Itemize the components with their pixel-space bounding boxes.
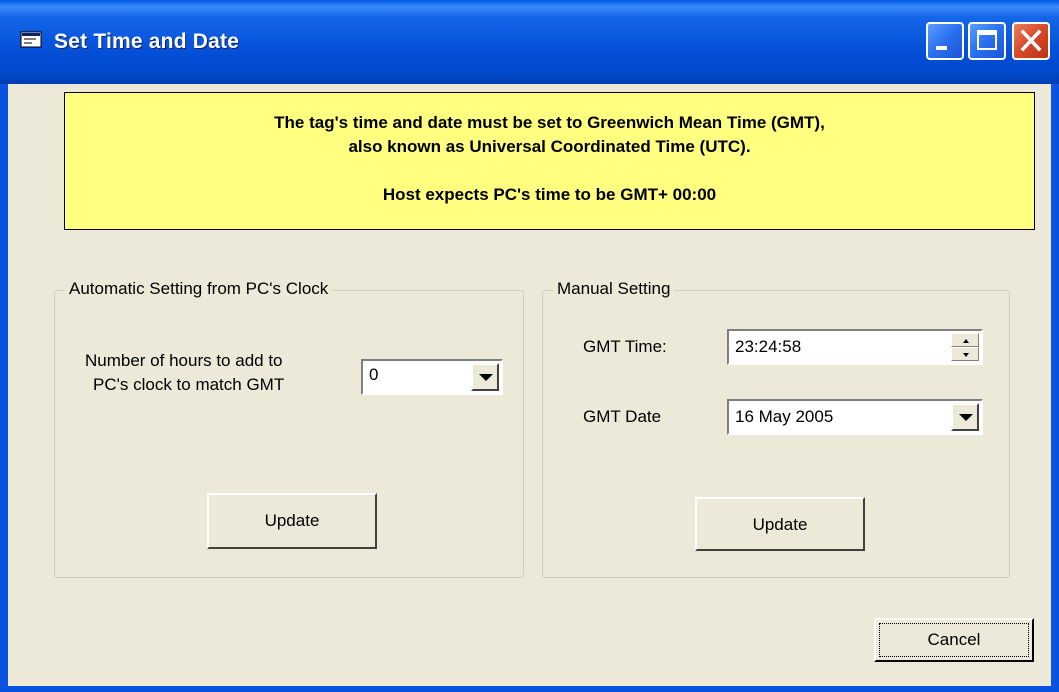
gmt-date-label: GMT Date bbox=[583, 407, 662, 426]
spin-down-icon bbox=[963, 353, 969, 357]
manual-setting-legend: Manual Setting bbox=[553, 279, 675, 299]
maximize-icon bbox=[977, 30, 997, 50]
minimize-icon bbox=[936, 46, 947, 50]
time-spinner[interactable] bbox=[951, 333, 979, 361]
app-icon bbox=[20, 31, 42, 48]
notice-line-2: also known as Universal Coordinated Time… bbox=[348, 137, 751, 156]
manual-update-label: Update bbox=[752, 515, 808, 534]
dialog-client-area: The tag's time and date must be set to G… bbox=[8, 84, 1051, 686]
spin-up-icon bbox=[963, 339, 969, 343]
automatic-update-label: Update bbox=[264, 511, 320, 530]
gmt-date-value: 16 May 2005 bbox=[735, 407, 834, 426]
maximize-button[interactable] bbox=[968, 22, 1006, 60]
notice-line-1: The tag's time and date must be set to G… bbox=[274, 113, 825, 132]
close-button[interactable] bbox=[1012, 22, 1050, 60]
hours-offset-dropdown[interactable]: 0 bbox=[361, 359, 503, 395]
hours-label-line-2: PC's clock to match GMT bbox=[93, 375, 285, 394]
gmt-time-label: GMT Time: bbox=[583, 337, 667, 356]
hours-label-line-1: Number of hours to add to bbox=[85, 351, 283, 370]
host-offset-notice: Host expects PC's time to be GMT+ 00:00 bbox=[382, 185, 717, 204]
date-dropdown-arrow[interactable] bbox=[951, 403, 979, 431]
automatic-update-button[interactable]: Update bbox=[207, 493, 377, 549]
window-title: Set Time and Date bbox=[54, 30, 240, 53]
manual-update-button[interactable]: Update bbox=[695, 497, 865, 551]
automatic-setting-group: Automatic Setting from PC's Clock Number… bbox=[54, 279, 524, 578]
close-icon bbox=[1020, 29, 1042, 52]
time-spin-up[interactable] bbox=[951, 333, 979, 347]
gmt-time-value: 23:24:58 bbox=[735, 337, 802, 356]
gmt-notice-banner: The tag's time and date must be set to G… bbox=[64, 92, 1035, 230]
time-spin-down[interactable] bbox=[951, 347, 979, 361]
chevron-down-icon bbox=[959, 414, 973, 421]
dialog-window: Set Time and Date The tag's time and dat… bbox=[0, 0, 1059, 692]
gmt-date-picker[interactable]: 16 May 2005 bbox=[727, 399, 983, 435]
hours-offset-value: 0 bbox=[369, 365, 379, 384]
chevron-down-icon bbox=[479, 374, 493, 381]
title-bar[interactable]: Set Time and Date bbox=[0, 0, 1059, 84]
manual-setting-group: Manual Setting GMT Time: 23:24:58 GMT Da… bbox=[542, 279, 1010, 578]
gmt-time-field[interactable]: 23:24:58 bbox=[727, 329, 983, 365]
hours-dropdown-arrow[interactable] bbox=[471, 363, 499, 391]
cancel-label: Cancel bbox=[927, 630, 981, 649]
automatic-setting-legend: Automatic Setting from PC's Clock bbox=[65, 279, 333, 299]
cancel-button[interactable]: Cancel bbox=[874, 618, 1034, 662]
minimize-button[interactable] bbox=[926, 22, 964, 60]
